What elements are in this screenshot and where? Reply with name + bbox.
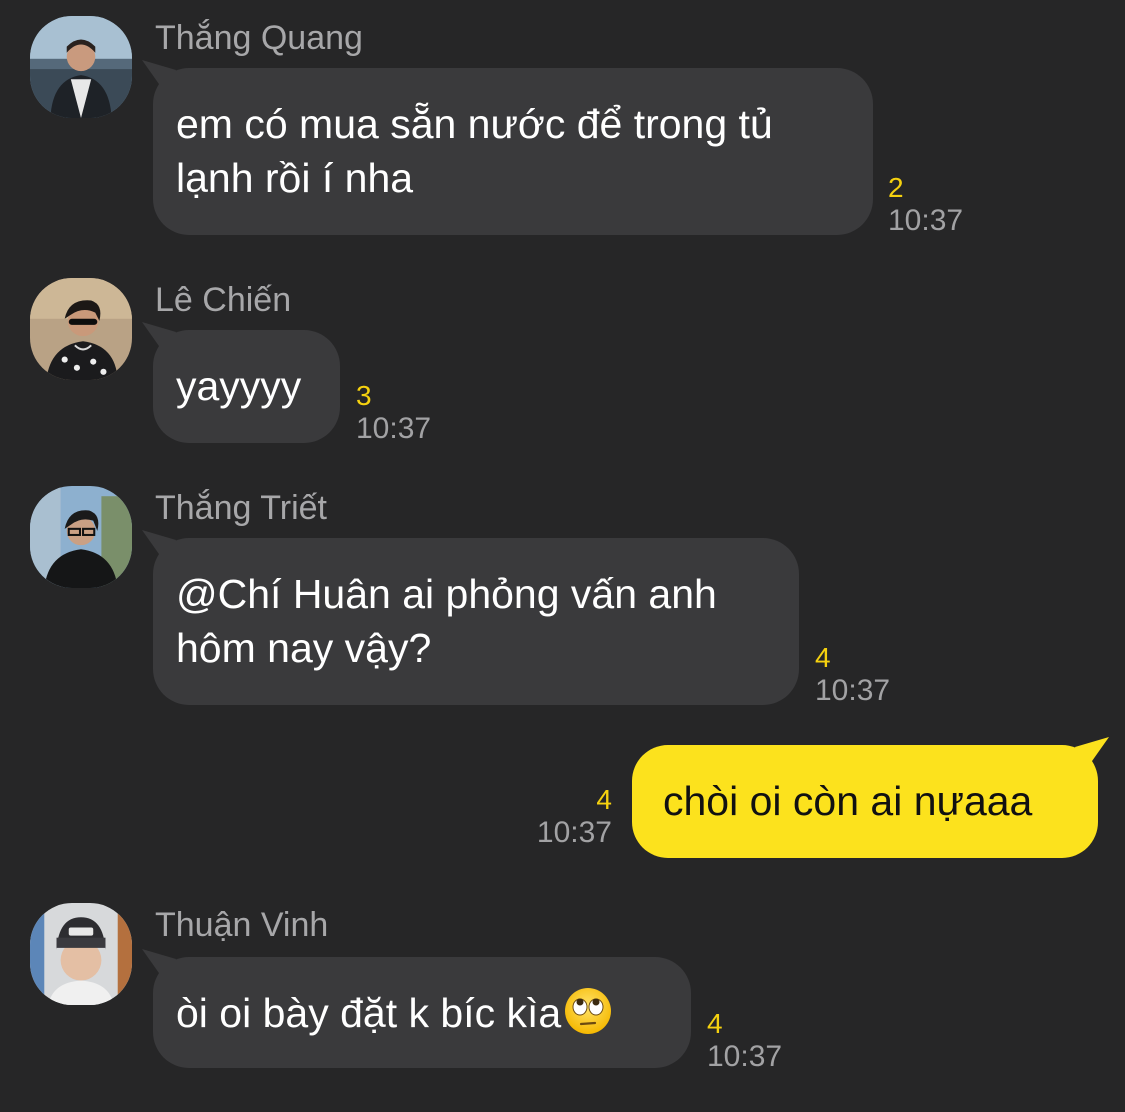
unread-count: 3 bbox=[356, 380, 372, 411]
avatar-photo bbox=[30, 903, 132, 1005]
sender-name: Thắng Triết bbox=[155, 489, 327, 527]
message-text: hôm nay vậy? bbox=[176, 625, 432, 671]
bubble-tail bbox=[142, 60, 176, 94]
message-time: 10:37 bbox=[707, 1040, 783, 1073]
avatar-photo bbox=[30, 486, 132, 588]
avatar-photo bbox=[30, 278, 132, 380]
unread-count: 4 bbox=[596, 784, 612, 815]
message-text: em có mua sẵn nước để trong tủ bbox=[176, 101, 773, 147]
message-text: @Chí Huân ai phỏng vấn anh bbox=[176, 571, 717, 617]
bubble-tail bbox=[142, 949, 176, 983]
message-line: òi oi bày đặt k bíc kìa bbox=[176, 986, 668, 1040]
message-bubble[interactable]: òi oi bày đặt k bíc kìa bbox=[142, 949, 691, 1068]
message-time: 10:37 bbox=[888, 204, 964, 237]
sender-avatar[interactable] bbox=[30, 903, 132, 1005]
bubble-tail bbox=[142, 530, 176, 564]
message-meta: 4 10:37 bbox=[707, 1008, 782, 1074]
unread-count: 2 bbox=[888, 172, 904, 203]
message-time: 10:37 bbox=[815, 674, 891, 707]
message-text: chòi oi còn ai nựaaa bbox=[663, 778, 1033, 824]
sender-name: Thuận Vinh bbox=[155, 906, 329, 944]
message-time: 10:37 bbox=[536, 816, 612, 849]
message-meta: 3 10:37 bbox=[356, 380, 431, 446]
message-bubble[interactable]: @Chí Huân ai phỏng vấn anh hôm nay vậy? bbox=[142, 530, 799, 705]
sender-name: Thắng Quang bbox=[155, 19, 363, 57]
message-meta: 2 10:37 bbox=[888, 172, 963, 238]
bubble-tail bbox=[1075, 737, 1109, 771]
message-time: 10:37 bbox=[356, 412, 432, 445]
message-text: yayyyy bbox=[176, 363, 302, 409]
message-meta: 4 10:37 bbox=[815, 642, 890, 708]
message-bubble[interactable]: chòi oi còn ai nựaaa bbox=[632, 737, 1109, 858]
face-with-rolling-eyes-icon bbox=[565, 988, 612, 1034]
message-bubble[interactable]: yayyyy bbox=[142, 322, 340, 443]
sender-avatar[interactable] bbox=[30, 278, 132, 380]
unread-count: 4 bbox=[815, 642, 831, 673]
sender-avatar[interactable] bbox=[30, 16, 132, 118]
message-bubble[interactable]: em có mua sẵn nước để trong tủ lạnh rồi … bbox=[142, 60, 873, 235]
message-meta: 4 10:37 bbox=[520, 784, 612, 850]
sender-name: Lê Chiến bbox=[155, 281, 292, 319]
sender-avatar[interactable] bbox=[30, 486, 132, 588]
bubble-tail bbox=[142, 322, 176, 356]
message-text: òi oi bày đặt k bíc kìa bbox=[176, 990, 562, 1036]
message-text: lạnh rồi í nha bbox=[176, 155, 414, 201]
chat-thread[interactable]: Thắng Quang em có mua sẵn nước để trong … bbox=[0, 0, 1125, 1112]
unread-count: 4 bbox=[707, 1008, 723, 1039]
avatar-photo bbox=[30, 16, 132, 118]
